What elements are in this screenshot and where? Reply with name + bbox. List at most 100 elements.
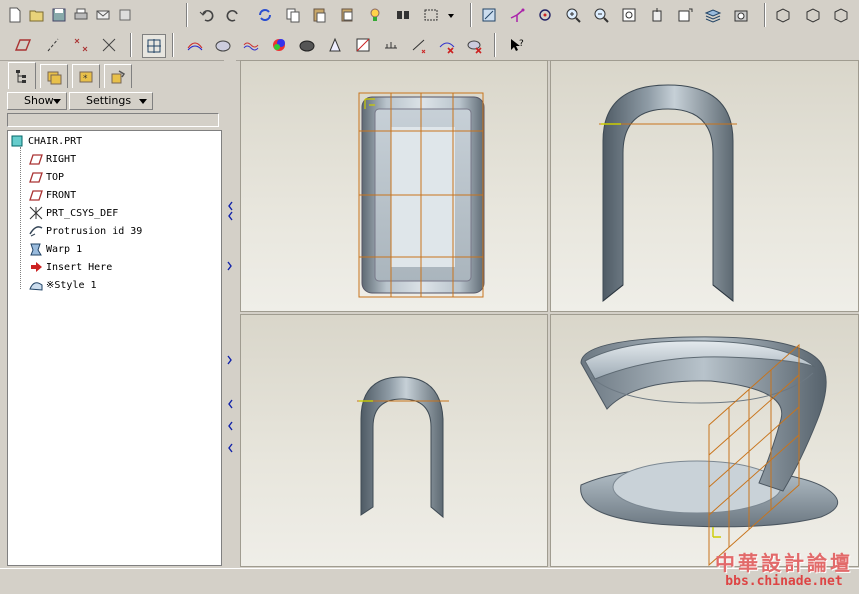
regenerate-icon[interactable] xyxy=(254,4,276,26)
measure-icon[interactable] xyxy=(408,34,430,56)
grid-display-icon[interactable] xyxy=(142,34,166,58)
view-manager-icon[interactable] xyxy=(730,4,752,26)
sketch-view-icon[interactable] xyxy=(478,4,500,26)
tree-item-warp[interactable]: Warp 1 xyxy=(28,241,82,257)
show-menu-button[interactable]: Show xyxy=(7,92,67,110)
curvature-icon[interactable] xyxy=(184,34,206,56)
datum-axis-display-icon[interactable] xyxy=(42,34,64,56)
connections-tab[interactable] xyxy=(104,64,132,88)
model-tree: CHAIR.PRT RIGHT TOP FRONT PRT_CSYS_DEF P… xyxy=(7,130,222,566)
find-icon[interactable] xyxy=(392,4,414,26)
save-icon[interactable] xyxy=(48,4,70,26)
datum-plane-display-icon[interactable] xyxy=(12,34,34,56)
toolbar-separator xyxy=(130,33,132,57)
tree-item-right[interactable]: RIGHT xyxy=(28,151,76,167)
toolbar-separator xyxy=(172,33,174,57)
tree-item-top[interactable]: TOP xyxy=(28,169,64,185)
refit-icon[interactable] xyxy=(618,4,640,26)
folder-icon xyxy=(47,71,62,84)
tree-item-protrusion[interactable]: Protrusion id 39 xyxy=(28,223,142,239)
svg-text:*: * xyxy=(83,74,88,84)
viewport-front-view[interactable] xyxy=(550,60,859,312)
slope-icon[interactable] xyxy=(352,34,374,56)
watermark-url: bbs.chinade.net xyxy=(725,574,843,589)
datum-csys-icon[interactable] xyxy=(506,4,528,26)
chevron-down-icon xyxy=(53,99,61,104)
paste-icon[interactable] xyxy=(308,4,330,26)
section-icon[interactable] xyxy=(212,34,234,56)
chair-top-view-model xyxy=(358,92,485,298)
tree-item-prt-csys-def[interactable]: PRT_CSYS_DEF xyxy=(28,205,118,221)
main-toolbar xyxy=(0,0,859,31)
shading-icon[interactable] xyxy=(772,4,794,26)
tree-item-label: Protrusion id 39 xyxy=(46,225,143,237)
favorites-icon: * xyxy=(79,71,93,84)
model-tree-icon xyxy=(16,70,26,83)
reorient-icon[interactable] xyxy=(646,4,668,26)
undo-icon[interactable] xyxy=(196,4,218,26)
model-tree-tab[interactable] xyxy=(8,62,36,89)
watermark: 中華設計論壇 bbs.chinade.net xyxy=(715,547,853,589)
context-help-icon[interactable]: ? xyxy=(506,34,528,56)
watermark-chinese-text: 中華設計論壇 xyxy=(715,551,853,575)
dihedral-icon[interactable] xyxy=(380,34,402,56)
chair-isometric-model xyxy=(580,336,838,567)
navigator-splitter[interactable] xyxy=(224,60,236,567)
clear-analysis-icon[interactable] xyxy=(436,34,458,56)
csys-icon xyxy=(29,206,43,220)
splitter-grip-icon xyxy=(227,201,233,453)
copy-icon[interactable] xyxy=(282,4,304,26)
viewport-top-view[interactable] xyxy=(240,60,548,312)
saved-views-icon[interactable] xyxy=(674,4,696,26)
new-icon[interactable] xyxy=(4,4,26,26)
tree-item-front[interactable]: FRONT xyxy=(28,187,76,203)
toolbar-separator xyxy=(764,3,766,27)
select-box-icon[interactable] xyxy=(420,4,442,26)
toolbar-separator xyxy=(494,33,496,57)
tree-connector xyxy=(20,147,21,289)
style-icon xyxy=(29,282,43,291)
viewport-side-view[interactable] xyxy=(240,314,548,567)
tree-item-label: Insert Here xyxy=(46,261,113,273)
redo-icon[interactable] xyxy=(222,4,244,26)
folder-browser-tab[interactable] xyxy=(40,64,68,88)
wireframe-icon[interactable] xyxy=(830,4,852,26)
zoom-out-icon[interactable] xyxy=(590,4,612,26)
spin-center-icon[interactable] xyxy=(534,4,556,26)
erase-icon[interactable] xyxy=(114,4,136,26)
paste-special-icon[interactable] xyxy=(336,4,358,26)
draft-icon[interactable] xyxy=(324,34,346,56)
tree-item-style[interactable]: ※Style 1 xyxy=(28,277,97,293)
open-icon[interactable] xyxy=(26,4,48,26)
hidden-line-icon[interactable] xyxy=(802,4,824,26)
zoom-in-icon[interactable] xyxy=(562,4,584,26)
tree-item-chair-prt[interactable]: CHAIR.PRT xyxy=(10,133,82,149)
show-label: Show xyxy=(24,94,54,107)
offset-icon[interactable] xyxy=(240,34,262,56)
viewport-isometric-view[interactable] xyxy=(550,314,859,567)
tree-item-label: CHAIR.PRT xyxy=(28,135,83,147)
settings-label: Settings xyxy=(86,94,132,107)
datum-point-display-icon[interactable] xyxy=(70,34,92,56)
shade-analysis-icon[interactable] xyxy=(296,34,318,56)
chair-front-view-model xyxy=(599,84,737,303)
datum-plane-icon xyxy=(29,154,43,165)
tree-item-label: TOP xyxy=(46,171,65,183)
layers-icon[interactable] xyxy=(702,4,724,26)
csys-display-icon[interactable] xyxy=(98,34,120,56)
chair-side-view-model xyxy=(357,376,449,519)
connections-icon xyxy=(111,69,126,83)
tree-item-label: RIGHT xyxy=(46,153,77,165)
tree-item-insert-here[interactable]: Insert Here xyxy=(28,259,112,275)
settings-menu-button[interactable]: Settings xyxy=(69,92,153,110)
model-tree-bulb-icon[interactable] xyxy=(364,4,386,26)
toolbar-separator xyxy=(186,3,188,27)
dropdown-icon[interactable] xyxy=(444,4,458,26)
tree-item-label: ※Style 1 xyxy=(46,279,97,291)
remove-all-icon[interactable] xyxy=(464,34,486,56)
send-icon[interactable] xyxy=(92,4,114,26)
tree-filter-field[interactable] xyxy=(7,113,219,127)
print-icon[interactable] xyxy=(70,4,92,26)
reflection-icon[interactable] xyxy=(268,34,290,56)
favorites-tab[interactable]: * xyxy=(72,64,100,88)
